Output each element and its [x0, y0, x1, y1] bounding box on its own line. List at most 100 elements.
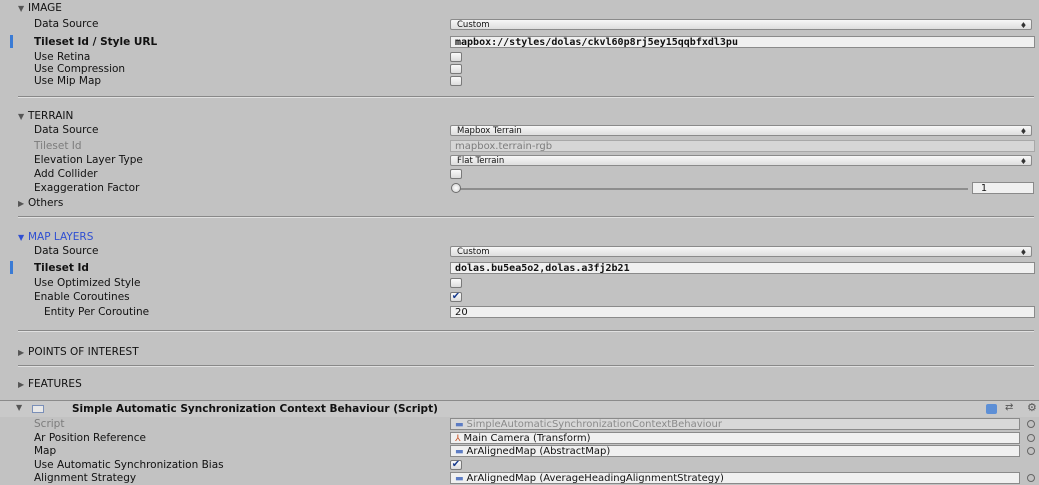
collapse-triangle-icon: ▶ [18, 199, 25, 208]
exaggeration-label: Exaggeration Factor [34, 182, 140, 194]
map-layers-data-source-row: Data Source Custom ♦ [0, 245, 1039, 258]
alignment-strategy-field[interactable]: ▬ ArAlignedMap (AverageHeadingAlignmentSt… [450, 472, 1020, 484]
image-data-source-dropdown[interactable]: Custom ♦ [450, 19, 1032, 30]
script-icon: ▬ [455, 474, 464, 484]
optimized-style-checkbox[interactable] [450, 278, 462, 288]
exaggeration-slider-handle[interactable] [451, 183, 461, 193]
use-compression-checkbox[interactable] [450, 64, 462, 74]
alignment-strategy-label: Alignment Strategy [34, 472, 137, 484]
others-label: Others [28, 197, 64, 209]
ar-position-label: Ar Position Reference [34, 432, 146, 444]
image-section-header[interactable]: ▼ IMAGE [18, 2, 62, 15]
add-collider-row: Add Collider [0, 168, 1039, 181]
image-tileset-row: Tileset Id / Style URL mapbox://styles/d… [0, 36, 1039, 49]
terrain-section-title: TERRAIN [28, 110, 74, 122]
script-row: Script ▬ SimpleAutomaticSynchronizationCo… [0, 418, 1039, 431]
divider [18, 330, 1034, 332]
points-of-interest-title: POINTS OF INTEREST [28, 346, 139, 358]
use-mip-map-checkbox[interactable] [450, 76, 462, 86]
enable-coroutines-label: Enable Coroutines [34, 291, 130, 303]
collapse-triangle-icon: ▶ [18, 348, 25, 357]
add-collider-label: Add Collider [34, 168, 98, 180]
use-retina-checkbox[interactable] [450, 52, 462, 62]
map-layers-section-title: MAP LAYERS [28, 231, 94, 243]
terrain-data-source-dropdown[interactable]: Mapbox Terrain ♦ [450, 125, 1032, 136]
image-data-source-row: Data Source Custom ♦ [0, 18, 1039, 31]
entity-per-coroutine-label: Entity Per Coroutine [44, 306, 150, 318]
map-label: Map [34, 445, 57, 457]
checkmark-icon: ✔ [451, 291, 461, 302]
terrain-data-source-value: Mapbox Terrain [457, 126, 522, 136]
terrain-tileset-label: Tileset Id [34, 140, 82, 152]
features-section-header[interactable]: ▶ FEATURES [18, 378, 82, 391]
features-title: FEATURES [28, 378, 82, 390]
script-field: ▬ SimpleAutomaticSynchronizationContextBe… [450, 418, 1020, 430]
expand-triangle-icon[interactable]: ▼ [16, 403, 22, 412]
script-value: SimpleAutomaticSynchronizationContextBeh… [466, 419, 722, 430]
terrain-data-source-row: Data Source Mapbox Terrain ♦ [0, 124, 1039, 137]
map-layers-section-header[interactable]: ▼ MAP LAYERS [18, 231, 93, 244]
ar-position-field[interactable]: ⅄ Main Camera (Transform) [450, 432, 1020, 444]
dropdown-arrow-icon: ♦ [1019, 248, 1027, 257]
expand-triangle-icon: ▼ [18, 112, 25, 121]
map-layers-tileset-label: Tileset Id [34, 262, 89, 274]
object-picker-icon[interactable] [1027, 474, 1035, 482]
image-tileset-label: Tileset Id / Style URL [34, 36, 158, 48]
add-collider-checkbox[interactable] [450, 169, 462, 179]
object-picker-icon[interactable] [1027, 434, 1035, 442]
elevation-layer-row: Elevation Layer Type Flat Terrain ♦ [0, 154, 1039, 167]
settings-icon[interactable]: ⇄ [1005, 402, 1013, 413]
others-foldout[interactable]: ▶ Others [18, 197, 63, 210]
sync-bias-checkbox[interactable]: ✔ [450, 460, 462, 470]
checkmark-icon: ✔ [451, 459, 461, 470]
sync-bias-label: Use Automatic Synchronization Bias [34, 459, 224, 471]
map-value: ArAlignedMap (AbstractMap) [466, 446, 611, 457]
transform-icon: ⅄ [455, 434, 461, 444]
points-of-interest-section-header[interactable]: ▶ POINTS OF INTEREST [18, 346, 139, 359]
use-mip-map-row: Use Mip Map [0, 75, 1039, 88]
divider [18, 216, 1034, 218]
image-data-source-label: Data Source [34, 18, 99, 30]
elevation-layer-dropdown[interactable]: Flat Terrain ♦ [450, 155, 1032, 166]
image-tileset-field[interactable]: mapbox://styles/dolas/ckvl60p8rj5ey15qqb… [450, 36, 1035, 48]
map-layers-data-source-label: Data Source [34, 245, 99, 257]
optimized-style-row: Use Optimized Style [0, 277, 1039, 290]
dropdown-arrow-icon: ♦ [1019, 21, 1027, 30]
sync-bias-row: Use Automatic Synchronization Bias ✔ [0, 459, 1039, 472]
component-header[interactable]: ▼ Simple Automatic Synchronization Conte… [0, 400, 1039, 417]
image-data-source-value: Custom [457, 20, 490, 30]
gear-icon[interactable]: ⚙ [1027, 401, 1037, 414]
exaggeration-slider-track[interactable] [454, 188, 968, 190]
alignment-strategy-value: ArAlignedMap (AverageHeadingAlignmentStr… [466, 473, 724, 484]
map-layers-data-source-dropdown[interactable]: Custom ♦ [450, 246, 1032, 257]
object-picker-icon [1027, 420, 1035, 428]
divider [18, 96, 1034, 98]
map-layers-data-source-value: Custom [457, 247, 490, 257]
expand-triangle-icon: ▼ [18, 4, 25, 13]
optimized-style-label: Use Optimized Style [34, 277, 141, 289]
dropdown-arrow-icon: ♦ [1019, 157, 1027, 166]
enable-coroutines-checkbox[interactable]: ✔ [450, 292, 462, 302]
image-section-title: IMAGE [28, 2, 62, 14]
divider [18, 365, 1034, 367]
entity-per-coroutine-field[interactable]: 20 [450, 306, 1035, 318]
ar-position-value: Main Camera (Transform) [463, 433, 591, 444]
collapse-triangle-icon: ▶ [18, 380, 25, 389]
object-picker-icon[interactable] [1027, 447, 1035, 455]
script-icon: ▬ [455, 420, 464, 430]
dropdown-arrow-icon: ♦ [1019, 127, 1027, 136]
script-icon [32, 405, 44, 413]
enable-coroutines-row: Enable Coroutines ✔ [0, 291, 1039, 304]
exaggeration-value-field[interactable]: 1 [972, 182, 1034, 194]
terrain-tileset-field: mapbox.terrain-rgb [450, 140, 1035, 152]
map-layers-tileset-field[interactable]: dolas.bu5ea5o2,dolas.a3fj2b21 [450, 262, 1035, 274]
help-icon[interactable] [986, 404, 997, 414]
map-field[interactable]: ▬ ArAlignedMap (AbstractMap) [450, 445, 1020, 457]
alignment-strategy-row: Alignment Strategy ▬ ArAlignedMap (Averag… [0, 472, 1039, 485]
map-layers-tileset-row: Tileset Id dolas.bu5ea5o2,dolas.a3fj2b21 [0, 262, 1039, 275]
entity-per-coroutine-row: Entity Per Coroutine 20 [0, 306, 1039, 319]
script-label: Script [34, 418, 65, 430]
component-title: Simple Automatic Synchronization Context… [72, 403, 438, 415]
elevation-layer-value: Flat Terrain [457, 156, 505, 166]
terrain-section-header[interactable]: ▼ TERRAIN [18, 110, 73, 123]
